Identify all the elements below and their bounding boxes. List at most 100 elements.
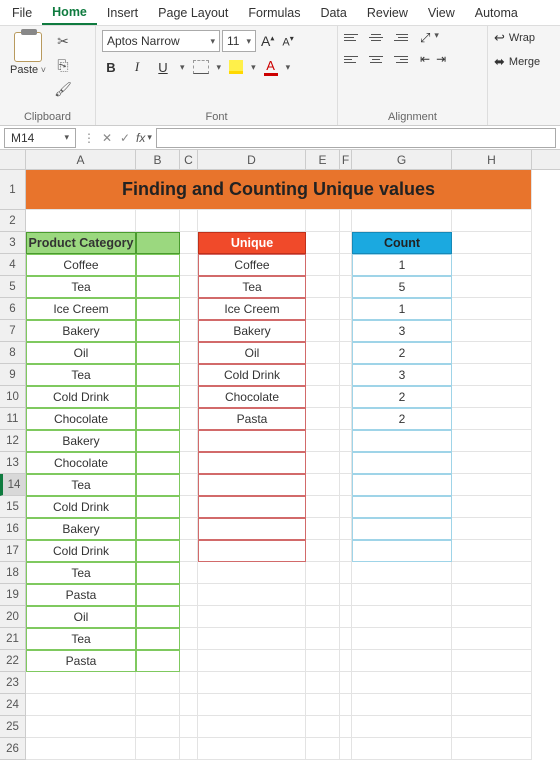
cell-E22[interactable]	[306, 650, 340, 672]
wrap-text-button[interactable]: ↩ Wrap	[494, 30, 554, 46]
cell-C3[interactable]	[180, 232, 198, 254]
cell-E19[interactable]	[306, 584, 340, 606]
cell-F18[interactable]	[340, 562, 352, 584]
align-center-icon[interactable]	[368, 52, 384, 66]
cell-G4[interactable]: 1	[352, 254, 452, 276]
cell-G6[interactable]: 1	[352, 298, 452, 320]
cell-B2[interactable]	[136, 210, 180, 232]
cell-F19[interactable]	[340, 584, 352, 606]
cell-H6[interactable]	[452, 298, 532, 320]
cell-H7[interactable]	[452, 320, 532, 342]
cell-H24[interactable]	[452, 694, 532, 716]
cell-E20[interactable]	[306, 606, 340, 628]
cell-F7[interactable]	[340, 320, 352, 342]
cell-A7[interactable]: Bakery	[26, 320, 136, 342]
cell-C20[interactable]	[180, 606, 198, 628]
row-head-11[interactable]: 11	[0, 408, 26, 430]
row-head-7[interactable]: 7	[0, 320, 26, 342]
cell-A19[interactable]: Pasta	[26, 584, 136, 606]
row-head-4[interactable]: 4	[0, 254, 26, 276]
cell-H18[interactable]	[452, 562, 532, 584]
cell-E18[interactable]	[306, 562, 340, 584]
increase-indent-icon[interactable]: ⇥	[436, 52, 446, 66]
row-head-18[interactable]: 18	[0, 562, 26, 584]
cell-D23[interactable]	[198, 672, 306, 694]
cell-F16[interactable]	[340, 518, 352, 540]
cell-G20[interactable]	[352, 606, 452, 628]
cell-C22[interactable]	[180, 650, 198, 672]
cell-E9[interactable]	[306, 364, 340, 386]
cell-D24[interactable]	[198, 694, 306, 716]
font-size-select[interactable]: 11▾	[222, 30, 256, 52]
col-head-C[interactable]: C	[180, 150, 198, 169]
row-head-17[interactable]: 17	[0, 540, 26, 562]
cell-G12[interactable]	[352, 430, 452, 452]
fill-color-icon[interactable]	[229, 60, 243, 74]
cell-F21[interactable]	[340, 628, 352, 650]
row-head-21[interactable]: 21	[0, 628, 26, 650]
dropdown-icon[interactable]: ⋮	[80, 131, 98, 145]
cell-A8[interactable]: Oil	[26, 342, 136, 364]
cell-G22[interactable]	[352, 650, 452, 672]
cell-E11[interactable]	[306, 408, 340, 430]
cell-A10[interactable]: Cold Drink	[26, 386, 136, 408]
cell-C9[interactable]	[180, 364, 198, 386]
decrease-indent-icon[interactable]: ⇤	[420, 52, 430, 66]
cell-F5[interactable]	[340, 276, 352, 298]
cell-A25[interactable]	[26, 716, 136, 738]
cell-C21[interactable]	[180, 628, 198, 650]
cell-F10[interactable]	[340, 386, 352, 408]
menu-insert[interactable]: Insert	[97, 2, 148, 24]
cell-H20[interactable]	[452, 606, 532, 628]
cell-E23[interactable]	[306, 672, 340, 694]
cell-H2[interactable]	[452, 210, 532, 232]
header-count[interactable]: Count	[352, 232, 452, 254]
cell-A26[interactable]	[26, 738, 136, 760]
italic-button[interactable]: I	[128, 59, 146, 75]
col-head-G[interactable]: G	[352, 150, 452, 169]
row-head-8[interactable]: 8	[0, 342, 26, 364]
fx-icon[interactable]: fx	[136, 131, 145, 145]
row-head-10[interactable]: 10	[0, 386, 26, 408]
cell-B8[interactable]	[136, 342, 180, 364]
menu-automa[interactable]: Automa	[465, 2, 528, 24]
cell-B5[interactable]	[136, 276, 180, 298]
cell-D22[interactable]	[198, 650, 306, 672]
cell-E7[interactable]	[306, 320, 340, 342]
cell-D15[interactable]	[198, 496, 306, 518]
cell-H25[interactable]	[452, 716, 532, 738]
cell-C10[interactable]	[180, 386, 198, 408]
cell-C25[interactable]	[180, 716, 198, 738]
cell-D16[interactable]	[198, 518, 306, 540]
header-unique[interactable]: Unique	[198, 232, 306, 254]
format-painter-icon[interactable]: 🖌	[54, 80, 72, 98]
menu-file[interactable]: File	[2, 2, 42, 24]
cell-D11[interactable]: Pasta	[198, 408, 306, 430]
cell-E3[interactable]	[306, 232, 340, 254]
cell-C17[interactable]	[180, 540, 198, 562]
row-head-14[interactable]: 14	[0, 474, 26, 496]
align-right-icon[interactable]	[392, 52, 408, 66]
cell-E21[interactable]	[306, 628, 340, 650]
cell-D19[interactable]	[198, 584, 306, 606]
cell-G18[interactable]	[352, 562, 452, 584]
cell-H12[interactable]	[452, 430, 532, 452]
header-category-ext[interactable]	[136, 232, 180, 254]
cell-H21[interactable]	[452, 628, 532, 650]
cell-A20[interactable]: Oil	[26, 606, 136, 628]
cell-A12[interactable]: Bakery	[26, 430, 136, 452]
cell-H11[interactable]	[452, 408, 532, 430]
cell-G2[interactable]	[352, 210, 452, 232]
confirm-icon[interactable]: ✓	[116, 131, 134, 145]
cell-D12[interactable]	[198, 430, 306, 452]
row-head-19[interactable]: 19	[0, 584, 26, 606]
align-left-icon[interactable]	[344, 52, 360, 66]
cell-H23[interactable]	[452, 672, 532, 694]
row-head-20[interactable]: 20	[0, 606, 26, 628]
cell-D25[interactable]	[198, 716, 306, 738]
cell-F24[interactable]	[340, 694, 352, 716]
cell-E13[interactable]	[306, 452, 340, 474]
cell-G15[interactable]	[352, 496, 452, 518]
cell-B25[interactable]	[136, 716, 180, 738]
cell-A13[interactable]: Chocolate	[26, 452, 136, 474]
